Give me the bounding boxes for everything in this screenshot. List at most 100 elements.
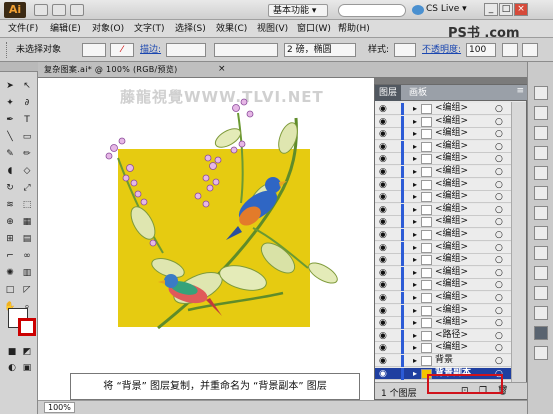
expand-triangle-icon[interactable]: ▸: [413, 128, 417, 139]
opacity-link[interactable]: 不透明度:: [422, 44, 461, 56]
gradient-panel-icon[interactable]: [534, 186, 548, 200]
layer-row[interactable]: ◉ ▸ <编组> ○: [375, 203, 511, 216]
expand-triangle-icon[interactable]: ▸: [413, 267, 417, 278]
visibility-eye-icon[interactable]: ◉: [379, 167, 387, 178]
layer-row[interactable]: ◉ ▸ <编组> ○: [375, 216, 511, 229]
appearance-panel-icon[interactable]: [534, 226, 548, 240]
document-canvas[interactable]: 藤龍視覺WWW.TLVI.NET 将 “背景” 图层复制，并重命名为 “背景副本…: [38, 78, 374, 400]
zoom-field[interactable]: 100%: [44, 402, 75, 413]
visibility-eye-icon[interactable]: ◉: [379, 180, 387, 191]
menu-help[interactable]: 帮助(H): [338, 22, 370, 37]
visibility-eye-icon[interactable]: ◉: [379, 356, 387, 367]
layer-row[interactable]: ◉ ▸ <路径> ○: [375, 329, 511, 342]
blend-tool-icon[interactable]: ∞: [19, 248, 35, 263]
fill-swatch[interactable]: [82, 43, 106, 57]
bridge-icon[interactable]: [34, 4, 48, 16]
layer-row[interactable]: ◉ ▸ <编组> ○: [375, 191, 511, 204]
perspective-grid-icon[interactable]: ▦: [19, 214, 35, 229]
workspace-switcher[interactable]: 基本功能 ▾: [268, 4, 328, 17]
eyedropper-icon[interactable]: ⌐: [2, 248, 18, 263]
layer-row[interactable]: ◉ ▸ <编组> ○: [375, 241, 511, 254]
visibility-eye-icon[interactable]: ◉: [379, 117, 387, 128]
target-circle-icon[interactable]: ○: [495, 318, 503, 329]
visibility-eye-icon[interactable]: ◉: [379, 369, 387, 380]
minimize-button[interactable]: _: [484, 3, 498, 16]
graphic-styles-panel-icon[interactable]: [534, 246, 548, 260]
stroke-panel-icon[interactable]: [534, 166, 548, 180]
pen-tool-icon[interactable]: ✒: [2, 112, 18, 127]
pathfinder-panel-icon[interactable]: [534, 286, 548, 300]
target-circle-icon[interactable]: ○: [495, 117, 503, 128]
expand-triangle-icon[interactable]: ▸: [413, 305, 417, 316]
artwork[interactable]: [38, 78, 374, 400]
expand-triangle-icon[interactable]: ▸: [413, 103, 417, 114]
layer-row[interactable]: ◉ ▸ 背景 ○: [375, 355, 511, 367]
variable-width-profile[interactable]: [214, 43, 278, 57]
magic-wand-icon[interactable]: ✦: [2, 95, 18, 110]
document-tab[interactable]: 复杂图案.ai* @ 100% (RGB/预览) ×: [38, 62, 553, 78]
target-circle-icon[interactable]: ○: [495, 217, 503, 228]
slice-tool-icon[interactable]: ◸: [19, 282, 35, 297]
expand-triangle-icon[interactable]: ▸: [413, 254, 417, 265]
menu-object[interactable]: 对象(O): [92, 22, 124, 37]
expand-triangle-icon[interactable]: ▸: [413, 342, 417, 353]
color-mode-icon[interactable]: ■: [4, 344, 20, 359]
visibility-eye-icon[interactable]: ◉: [379, 255, 387, 266]
expand-triangle-icon[interactable]: ▸: [413, 204, 417, 215]
layer-row[interactable]: ◉ ▸ <编组> ○: [375, 166, 511, 178]
expand-triangle-icon[interactable]: ▸: [413, 191, 417, 202]
expand-triangle-icon[interactable]: ▸: [413, 355, 417, 366]
tab-layers[interactable]: 图层: [375, 85, 402, 101]
rectangle-tool-icon[interactable]: ▭: [19, 129, 35, 144]
layers-panel-icon[interactable]: [534, 326, 548, 340]
visibility-eye-icon[interactable]: ◉: [379, 280, 387, 291]
selection-tool-icon[interactable]: ➤: [2, 78, 18, 93]
stroke-link[interactable]: 描边:: [140, 44, 161, 56]
expand-triangle-icon[interactable]: ▸: [413, 368, 417, 379]
brush-definition[interactable]: 2 磅，椭圆: [284, 43, 356, 57]
visibility-eye-icon[interactable]: ◉: [379, 205, 387, 216]
target-circle-icon[interactable]: ○: [495, 180, 503, 191]
visibility-eye-icon[interactable]: ◉: [379, 306, 387, 317]
visibility-eye-icon[interactable]: ◉: [379, 154, 387, 165]
menu-select[interactable]: 选择(S): [175, 22, 206, 37]
layer-row[interactable]: ◉ ▸ <编组> ○: [375, 178, 511, 191]
visibility-eye-icon[interactable]: ◉: [379, 243, 387, 254]
layer-row[interactable]: ◉ ▸ <编组> ○: [375, 342, 511, 355]
expand-triangle-icon[interactable]: ▸: [413, 229, 417, 240]
visibility-eye-icon[interactable]: ◉: [379, 343, 387, 354]
symbol-sprayer-icon[interactable]: ✺: [2, 265, 18, 280]
expand-triangle-icon[interactable]: ▸: [413, 279, 417, 290]
search-input[interactable]: [338, 4, 406, 17]
rotate-tool-icon[interactable]: ↻: [2, 180, 18, 195]
target-circle-icon[interactable]: ○: [495, 142, 503, 153]
recolor-icon[interactable]: [502, 43, 518, 57]
menu-effect[interactable]: 效果(C): [216, 22, 247, 37]
stroke-swatch[interactable]: ⁄: [110, 43, 134, 57]
target-circle-icon[interactable]: ○: [495, 129, 503, 140]
expand-triangle-icon[interactable]: ▸: [413, 179, 417, 190]
target-circle-icon[interactable]: ○: [495, 192, 503, 203]
transparency-panel-icon[interactable]: [534, 206, 548, 220]
visibility-eye-icon[interactable]: ◉: [379, 129, 387, 140]
mesh-tool-icon[interactable]: ⊞: [2, 231, 18, 246]
shape-builder-icon[interactable]: ⊕: [2, 214, 18, 229]
artboards-panel-icon[interactable]: [534, 346, 548, 360]
stroke-color-swatch[interactable]: [18, 318, 36, 336]
lasso-tool-icon[interactable]: ∂: [19, 95, 35, 110]
expand-triangle-icon[interactable]: ▸: [413, 242, 417, 253]
target-circle-icon[interactable]: ○: [495, 293, 503, 304]
expand-triangle-icon[interactable]: ▸: [413, 330, 417, 341]
width-tool-icon[interactable]: ≋: [2, 197, 18, 212]
panel-menu-icon[interactable]: [522, 43, 538, 57]
expand-triangle-icon[interactable]: ▸: [413, 153, 417, 164]
visibility-eye-icon[interactable]: ◉: [379, 217, 387, 228]
draw-mode-icon[interactable]: ◐: [4, 360, 20, 375]
target-circle-icon[interactable]: ○: [495, 167, 503, 178]
menu-type[interactable]: 文字(T): [134, 22, 165, 37]
layer-row[interactable]: ◉ ▸ <编组> ○: [375, 115, 511, 128]
view-mode-icon[interactable]: [70, 4, 84, 16]
arrange-documents-icon[interactable]: [52, 4, 66, 16]
gradient-mode-icon[interactable]: ◩: [19, 344, 35, 359]
layer-row[interactable]: ◉ ▸ <编组> ○: [375, 317, 511, 330]
